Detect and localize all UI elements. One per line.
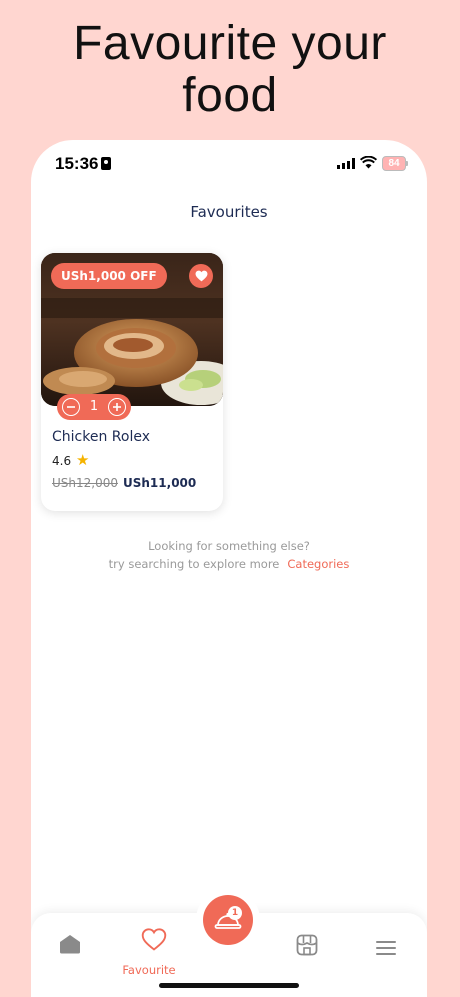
hint-line: try searching to explore more Categories	[31, 557, 427, 571]
star-icon: ★	[76, 451, 90, 469]
hint-question: Looking for something else?	[148, 539, 310, 553]
discount-badge: USh1,000 OFF	[51, 263, 167, 289]
store-icon	[296, 934, 318, 956]
nav-stores[interactable]	[296, 934, 318, 960]
nav-menu[interactable]	[376, 940, 396, 959]
signal-icon	[337, 158, 355, 169]
nav-home[interactable]	[59, 934, 81, 958]
favorite-toggle-button[interactable]	[189, 264, 213, 288]
status-bar: 15:36 84	[31, 152, 427, 178]
home-indicator	[159, 983, 299, 988]
cart-count-badge: 1	[228, 906, 242, 920]
favourite-item-card[interactable]: USh1,000 OFF 1 Chicken Rolex 4.6 ★ USh12…	[41, 253, 223, 511]
page-title: Favourites	[190, 203, 268, 221]
plus-icon	[113, 403, 121, 411]
battery-icon: 84	[382, 156, 406, 171]
home-icon	[60, 935, 80, 954]
item-price: USh11,000	[123, 476, 197, 490]
quantity-stepper[interactable]: 1	[57, 394, 131, 420]
increase-quantity-button[interactable]	[108, 398, 126, 416]
status-time: 15:36	[55, 154, 99, 173]
cart-button[interactable]	[203, 895, 253, 945]
item-rating: 4.6	[52, 454, 72, 468]
headline-line2: food	[182, 69, 278, 122]
phone-screen: 15:36 84 Favourites USh1,000 OFF 1 Chick…	[31, 140, 427, 997]
heart-icon	[141, 928, 167, 951]
battery-tip	[406, 161, 408, 166]
heart-filled-icon	[195, 270, 207, 282]
wifi-icon	[360, 156, 377, 169]
headline-line1: Favourite your	[73, 17, 387, 70]
promo-headline: Favourite your food	[0, 18, 460, 122]
nav-favourite[interactable]	[135, 928, 173, 955]
contact-card-icon	[101, 157, 111, 170]
menu-icon	[376, 941, 396, 955]
item-old-price: USh12,000	[52, 476, 118, 490]
item-name: Chicken Rolex	[52, 429, 150, 445]
categories-link[interactable]: Categories	[287, 557, 349, 571]
hint-text: try searching to explore more	[108, 557, 280, 571]
nav-favourite-label[interactable]: Favourite	[117, 963, 181, 977]
